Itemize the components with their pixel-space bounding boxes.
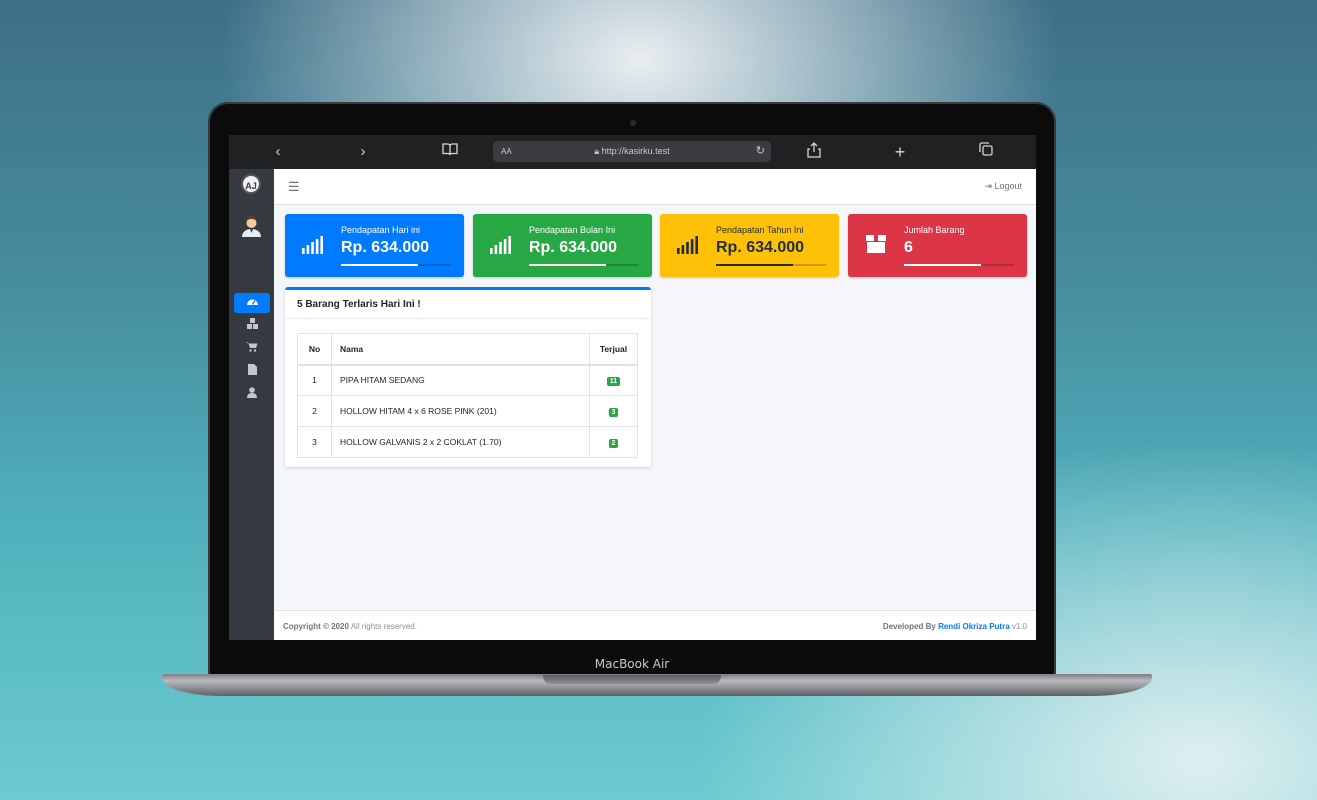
top-items-card: 5 Barang Terlaris Hari Ini ! No Nama Ter…: [285, 287, 651, 467]
device-label: MacBook Air: [594, 657, 670, 671]
user-icon: [247, 387, 257, 398]
forward-icon[interactable]: ›: [353, 142, 373, 162]
bookmarks-icon[interactable]: [440, 142, 460, 162]
cell-name: HOLLOW HITAM 4 x 6 ROSE PINK (201): [331, 395, 590, 427]
col-no-header: No: [297, 333, 332, 366]
logout-icon: ⇥: [984, 181, 992, 191]
table-row: 1 PIPA HITAM SEDANG 11: [297, 364, 638, 396]
table-header-row: No Nama Terjual: [297, 333, 638, 366]
stat-card-progress: [341, 264, 451, 266]
col-name-header: Nama: [331, 333, 590, 366]
sidebar-item-users[interactable]: [234, 385, 270, 405]
copyright-rest: All rights reserved.: [350, 622, 417, 631]
menu-toggle-icon[interactable]: ☰: [288, 179, 300, 195]
top-navbar: ☰ ⇥ Logout: [274, 169, 1036, 205]
cell-name: PIPA HITAM SEDANG: [331, 364, 590, 396]
progress-fill: [904, 264, 981, 266]
dev-prefix: Developed By: [882, 622, 936, 631]
cell-sold: 2: [589, 426, 638, 458]
stat-card-value: Rp. 634.000: [716, 239, 805, 256]
dev-name-link[interactable]: Rendi Okriza Putra: [938, 622, 1010, 631]
url-text: 🔒︎ http://kasirku.test: [493, 141, 771, 162]
stat-card-label: Jumlah Barang: [904, 225, 965, 235]
box-icon: [866, 235, 886, 253]
stat-card-progress: [904, 264, 1014, 266]
stat-card-label: Pendapatan Hari ini: [341, 225, 421, 235]
cell-name: HOLLOW GALVANIS 2 x 2 COKLAT (1.70): [331, 426, 590, 458]
stat-card-label: Pendapatan Tahun Ini: [716, 225, 804, 235]
progress-fill: [529, 264, 606, 266]
copyright: Copyright © 2020 All rights reserved.: [283, 622, 417, 631]
screen: ‹ › AA 🔒︎ http://kasirku.test ↻ + AJ ☰ ⇥…: [229, 135, 1036, 640]
signal-icon: [677, 236, 698, 254]
progress-fill: [341, 264, 418, 266]
copyright-bold: Copyright © 2020: [283, 622, 349, 631]
top-items-title: 5 Barang Terlaris Hari Ini !: [297, 299, 421, 310]
boxes-icon: [246, 318, 258, 329]
signal-icon: [490, 236, 511, 254]
share-icon[interactable]: [804, 142, 824, 164]
cell-no: 3: [297, 426, 332, 458]
cell-no: 2: [297, 395, 332, 427]
user-avatar[interactable]: [241, 215, 262, 237]
sidebar: AJ: [229, 169, 274, 640]
camera-dot: [630, 120, 636, 126]
lock-icon: 🔒︎: [594, 146, 600, 156]
tabs-overview-icon[interactable]: [976, 142, 996, 162]
sidebar-item-cashier[interactable]: [234, 339, 270, 359]
reload-icon[interactable]: ↻: [756, 141, 765, 162]
sidebar-item-inventory[interactable]: [234, 316, 270, 336]
file-icon: [247, 364, 257, 375]
stat-card: Pendapatan Hari ini Rp. 634.000: [285, 214, 464, 277]
cell-sold: 11: [589, 364, 638, 396]
dashboard-gauge-icon: [246, 299, 258, 305]
app-logo[interactable]: AJ: [241, 174, 261, 194]
version: v1.0: [1011, 622, 1027, 631]
signal-icon: [302, 236, 323, 254]
stat-card-progress: [529, 264, 639, 266]
sold-badge: 11: [606, 376, 621, 386]
stat-card-value: Rp. 634.000: [341, 239, 430, 256]
cell-sold: 3: [589, 395, 638, 427]
developer-credit: Developed By Rendi Okriza Putra v1.0: [883, 622, 1027, 631]
sold-badge: 3: [608, 407, 619, 417]
laptop-notch: [543, 675, 721, 684]
back-icon[interactable]: ‹: [268, 142, 288, 162]
address-bar[interactable]: AA 🔒︎ http://kasirku.test ↻: [493, 141, 771, 162]
card-divider: [285, 318, 651, 319]
new-tab-icon[interactable]: +: [890, 142, 910, 162]
top-items-table: No Nama Terjual 1 PIPA HITAM SEDANG 11 2 HOL…: [297, 333, 638, 458]
col-sold-header: Terjual: [589, 333, 638, 366]
stat-card-progress: [716, 264, 826, 266]
logout-label: Logout: [994, 181, 1022, 191]
table-row: 3 HOLLOW GALVANIS 2 x 2 COKLAT (1.70) 2: [297, 426, 638, 458]
sold-badge: 2: [608, 438, 619, 448]
cart-icon: [246, 342, 258, 352]
stat-card-label: Pendapatan Bulan Ini: [529, 225, 616, 235]
sidebar-item-dashboard[interactable]: [234, 293, 270, 313]
url-value: http://kasirku.test: [601, 146, 670, 156]
table-row: 2 HOLLOW HITAM 4 x 6 ROSE PINK (201) 3: [297, 395, 638, 427]
footer: Copyright © 2020 All rights reserved. De…: [274, 610, 1036, 640]
sidebar-item-reports[interactable]: [234, 362, 270, 382]
progress-fill: [716, 264, 793, 266]
stat-card-value: Rp. 634.000: [529, 239, 618, 256]
stat-card: Jumlah Barang 6: [848, 214, 1027, 277]
stat-card-value: 6: [904, 239, 913, 256]
stat-card: Pendapatan Tahun Ini Rp. 634.000: [660, 214, 839, 277]
cell-no: 1: [297, 364, 332, 396]
browser-toolbar: ‹ › AA 🔒︎ http://kasirku.test ↻ +: [229, 135, 1036, 169]
stat-card: Pendapatan Bulan Ini Rp. 634.000: [473, 214, 652, 277]
logout-link[interactable]: ⇥ Logout: [984, 181, 1022, 192]
